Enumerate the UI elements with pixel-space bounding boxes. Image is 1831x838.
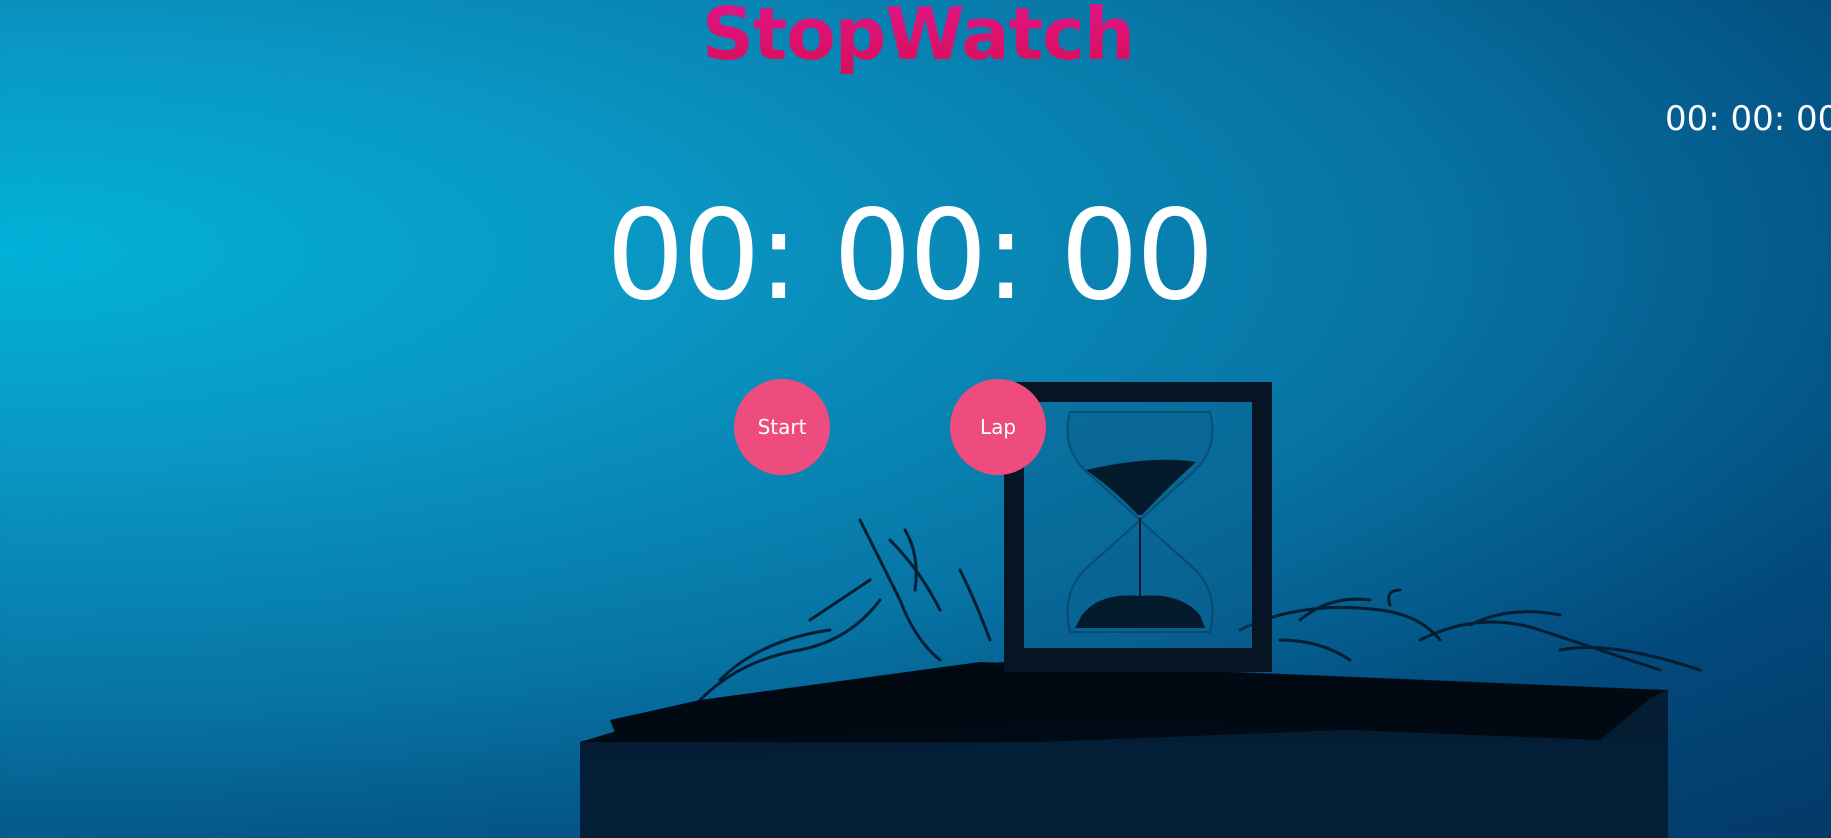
lap-button[interactable]: Lap: [950, 379, 1046, 475]
background-hourglass-image: [580, 382, 1702, 838]
pedestal: [580, 662, 1668, 838]
start-button[interactable]: Start: [734, 379, 830, 475]
lap-time-display: 00: 00: 00: [1665, 99, 1831, 139]
page-title: StopWatch: [702, 0, 1135, 76]
stopwatch-time-display: 00: 00: 00: [606, 184, 1215, 328]
